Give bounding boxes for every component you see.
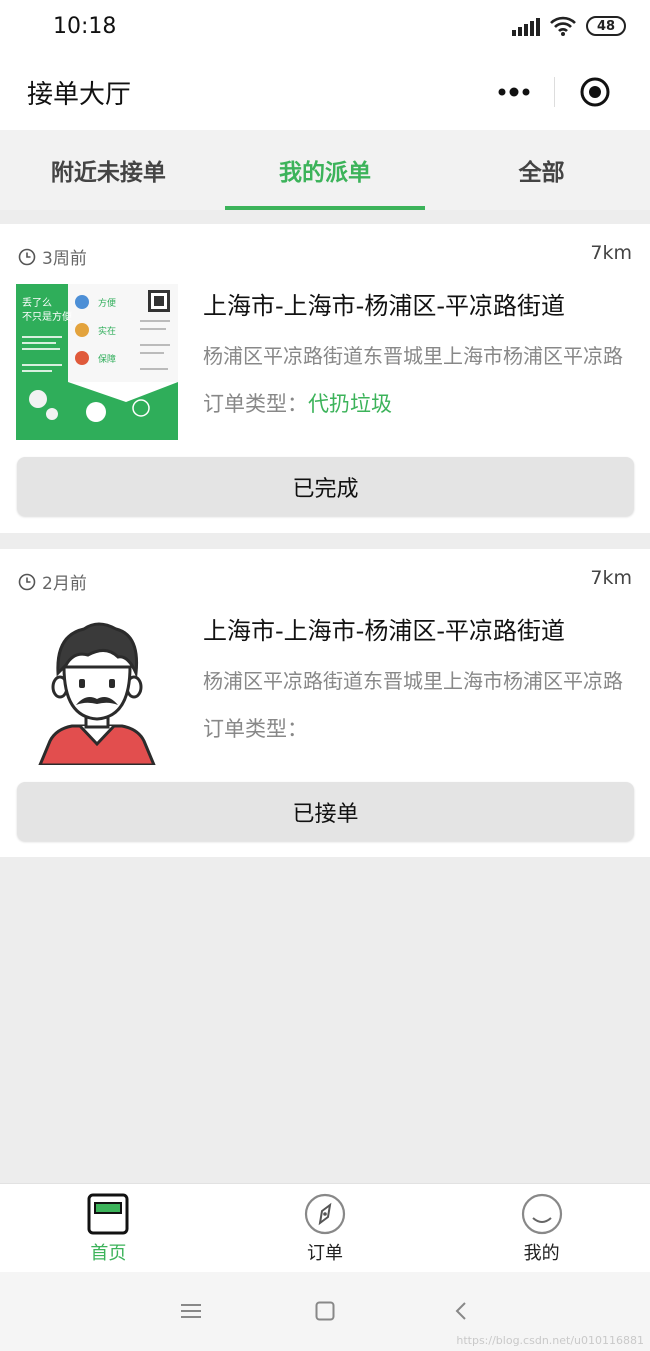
tab-all[interactable]: 全部: [433, 130, 650, 210]
order-type-value: 代扔垃圾: [308, 392, 392, 416]
clock-icon: [18, 573, 36, 590]
order-time: 2月前: [18, 569, 87, 594]
close-miniprogram-button[interactable]: [555, 64, 635, 120]
order-thumbnail: 丢了么 不只是方便 方便 实在 保障: [16, 284, 178, 440]
order-status-button[interactable]: 已接单: [17, 782, 634, 841]
tabbar-label: 首页: [90, 1243, 127, 1264]
order-type: 订单类型：代扔垃圾: [203, 388, 392, 418]
status-icons: 48: [512, 16, 626, 36]
order-type-label: 订单类型：: [203, 717, 308, 741]
order-status-button[interactable]: 已完成: [17, 457, 634, 516]
tabbar-label: 订单: [307, 1243, 343, 1264]
order-address: 杨浦区平凉路街道东晋城里上海市杨浦区平凉路: [203, 344, 623, 368]
home-icon: [87, 1193, 129, 1235]
clock-icon: [18, 248, 36, 265]
target-icon: [580, 77, 610, 107]
user-avatar-icon: [16, 609, 178, 765]
order-time-text: 2月前: [42, 574, 87, 594]
tab-nearby-unaccepted[interactable]: 附近未接单: [0, 130, 217, 210]
wifi-icon: [550, 16, 576, 36]
miniprogram-capsule: [474, 64, 638, 120]
smile-icon: [521, 1193, 562, 1235]
order-address: 杨浦区平凉路街道东晋城里上海市杨浦区平凉路: [203, 669, 623, 693]
tabbar-label: 我的: [523, 1243, 560, 1264]
order-title: 上海市-上海市-杨浦区-平凉路街道: [203, 292, 565, 320]
order-card[interactable]: 3周前 7km 丢了么 不只是方便 方便 实在 保障 上海市-上海市-杨浦区-平…: [0, 224, 650, 533]
order-title: 上海市-上海市-杨浦区-平凉路街道: [203, 617, 565, 645]
thumb-tag: 保障: [98, 353, 116, 365]
status-bar: 10:18 48: [0, 0, 650, 56]
page-title: 接单大厅: [27, 80, 132, 110]
avatar: [16, 609, 178, 765]
order-time-text: 3周前: [42, 249, 87, 269]
thumb-tag: 方便: [98, 297, 116, 309]
order-tabs: 附近未接单 我的派单 全部: [0, 130, 650, 210]
order-time: 3周前: [18, 244, 87, 269]
menu-button[interactable]: [176, 1296, 206, 1326]
compass-icon: [304, 1193, 346, 1235]
menu-icon: [181, 1304, 201, 1318]
thumb-tag: 实在: [98, 325, 116, 337]
order-type-label: 订单类型：: [203, 392, 308, 416]
square-icon: [315, 1301, 335, 1321]
back-button[interactable]: [446, 1296, 476, 1326]
tabbar-item-mine[interactable]: 我的: [433, 1184, 650, 1272]
tabbar-item-orders[interactable]: 订单: [217, 1184, 434, 1272]
thumb-headline: 丢了么: [22, 297, 52, 309]
system-navigation-bar: https://blog.csdn.net/u010116881: [0, 1272, 650, 1351]
bottom-tabbar: 首页 订单 我的: [0, 1183, 650, 1272]
order-card[interactable]: 2月前 7km 上海市-上海市-杨浦区-平凉路街道 杨浦区平凉路街道东晋城里上海…: [0, 549, 650, 857]
status-time: 10:18: [53, 14, 117, 39]
battery-indicator: 48: [586, 16, 626, 36]
nav-bar: 接单大厅: [0, 56, 650, 130]
order-distance: 7km: [590, 242, 632, 264]
order-distance: 7km: [590, 567, 632, 589]
home-button[interactable]: [310, 1296, 340, 1326]
order-type: 订单类型：: [203, 713, 308, 743]
more-dots-icon: [498, 87, 530, 97]
tab-my-dispatch[interactable]: 我的派单: [217, 130, 434, 210]
thumb-subheadline: 不只是方便: [22, 310, 72, 323]
chevron-left-icon: [455, 1302, 466, 1320]
tabbar-item-home[interactable]: 首页: [0, 1184, 217, 1272]
signal-icon: [512, 16, 540, 36]
more-button[interactable]: [474, 64, 554, 120]
watermark: https://blog.csdn.net/u010116881: [456, 1334, 644, 1347]
